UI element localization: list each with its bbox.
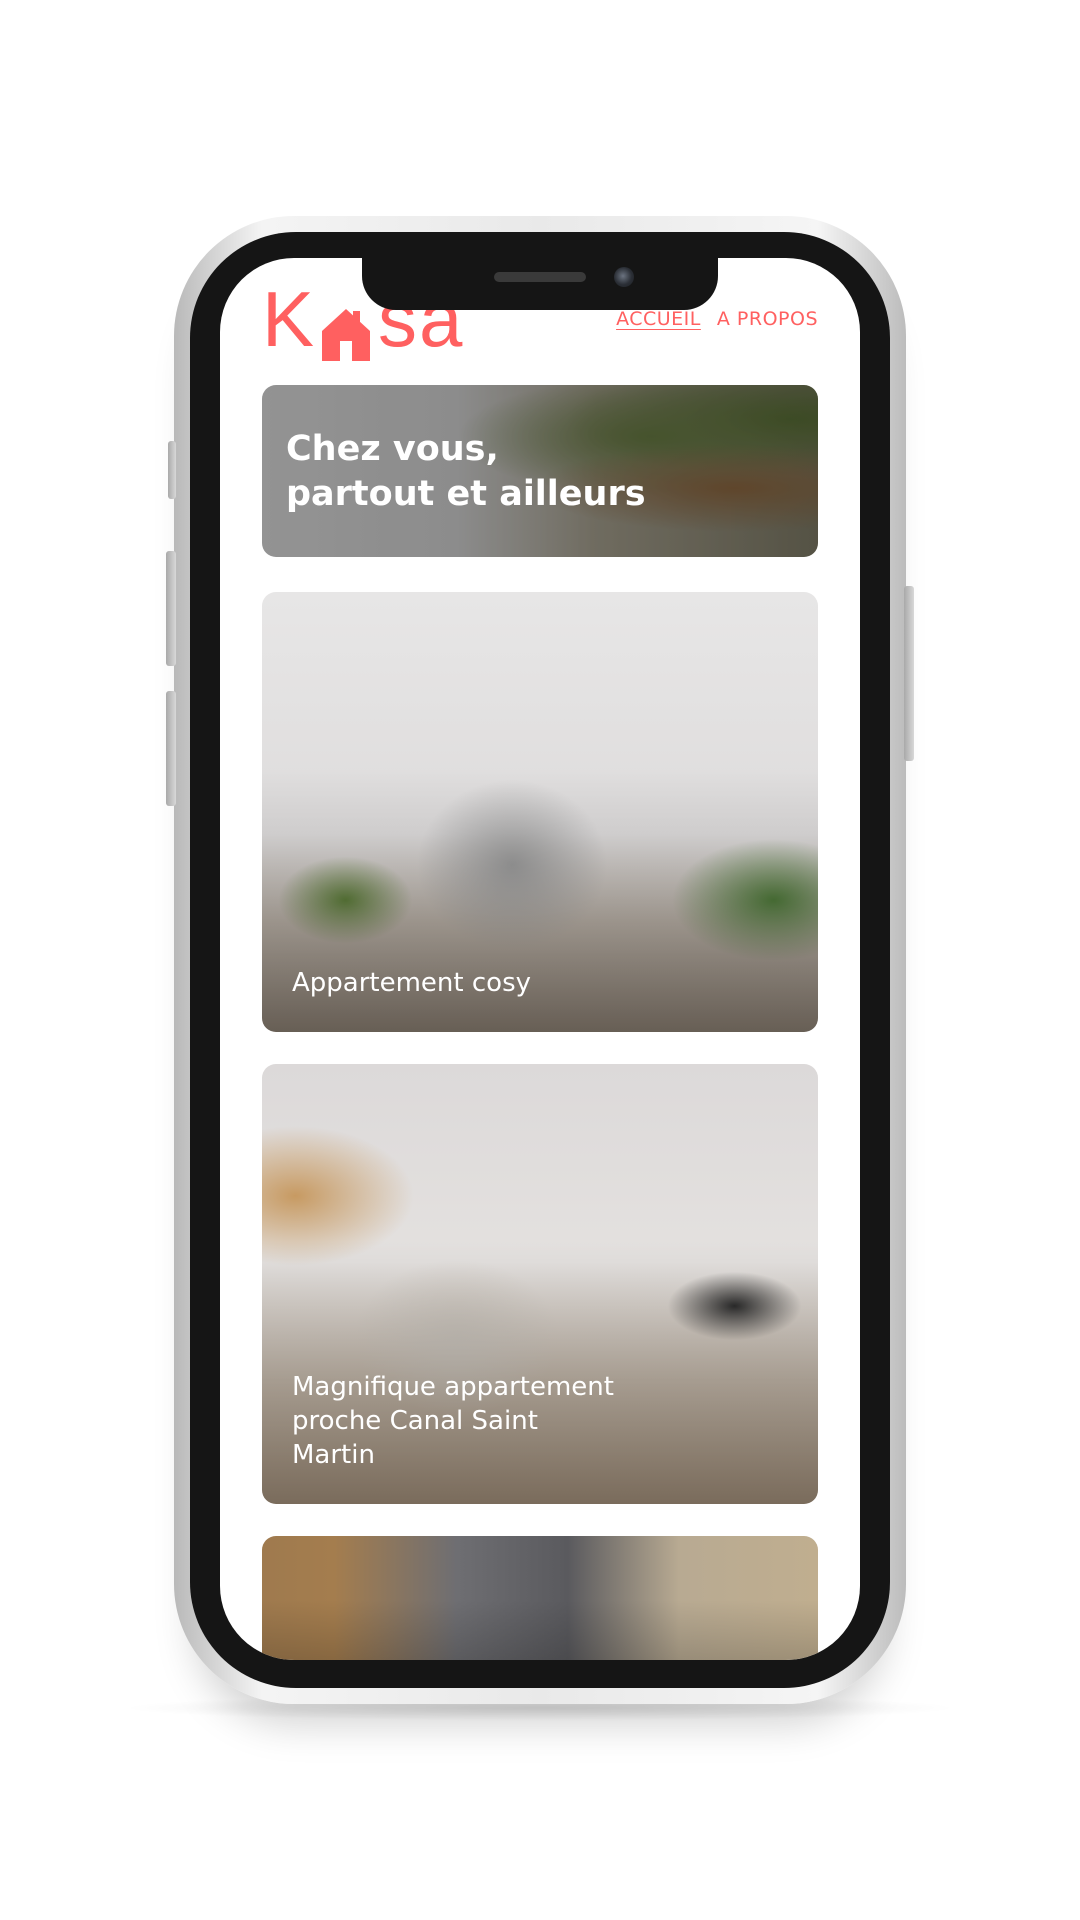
listing-card[interactable]: Magnifique appartement proche Canal Sain… <box>262 1064 818 1504</box>
hero-banner: Chez vous, partout et ailleurs <box>262 385 818 557</box>
nav-link-accueil[interactable]: ACCUEIL <box>616 308 701 330</box>
listing-card-title: Appartement cosy <box>292 968 532 998</box>
phone-screen: K sa ACCUEIL A PROPOS Chez vous, partout… <box>220 258 860 1660</box>
house-icon <box>320 297 372 361</box>
listing-card-title: Magnifique appartement proche Canal Sain… <box>292 1372 614 1470</box>
banner-title: Chez vous, partout et ailleurs <box>286 429 646 514</box>
volume-down-button <box>166 691 176 806</box>
listing-card[interactable]: Appartement cosy <box>262 592 818 1032</box>
notch <box>362 258 718 310</box>
front-camera-icon <box>614 267 634 287</box>
silent-switch <box>168 441 176 499</box>
nav-link-a-propos[interactable]: A PROPOS <box>717 308 818 330</box>
logo-letter-k: K <box>262 275 317 363</box>
volume-up-button <box>166 551 176 666</box>
listing-card[interactable] <box>262 1536 818 1660</box>
power-button <box>904 586 914 761</box>
main-nav: ACCUEIL A PROPOS <box>616 308 818 330</box>
speaker-grille <box>494 272 586 282</box>
